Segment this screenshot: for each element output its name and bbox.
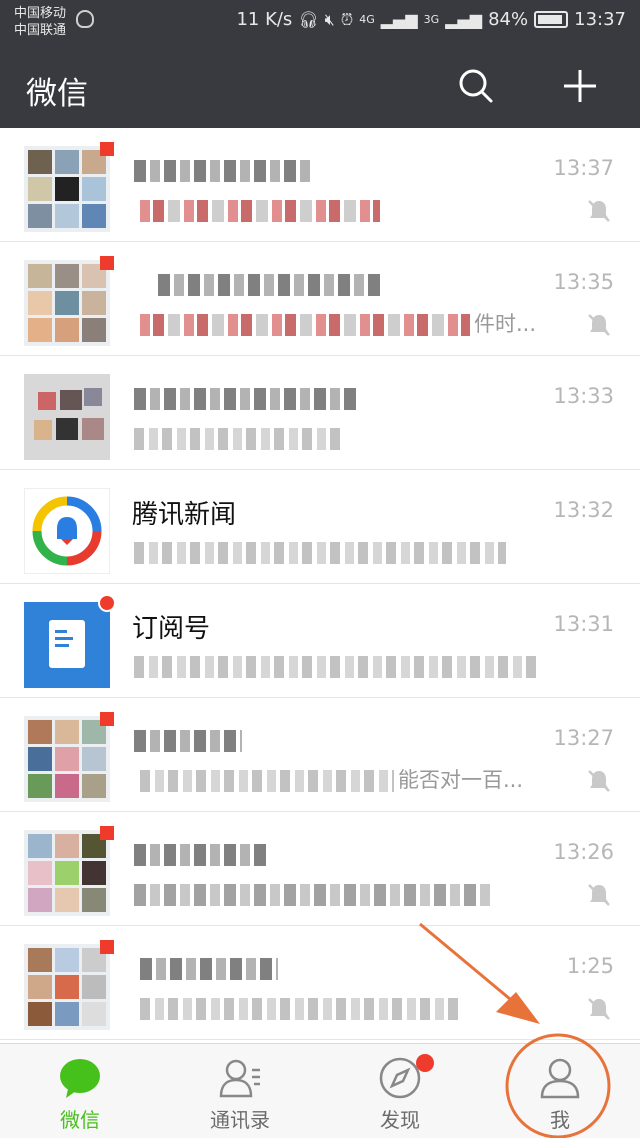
- carrier-1: 中国移动: [14, 6, 67, 21]
- chat-bubble-icon: [60, 1059, 100, 1098]
- cat-icon: [76, 10, 94, 28]
- person-icon: [540, 1058, 580, 1099]
- chat-preview-redacted: [140, 314, 470, 336]
- signal-bars-icon: ▂▄▆: [380, 10, 418, 29]
- chat-time: 13:27: [553, 726, 614, 750]
- group-avatar: [24, 944, 110, 1030]
- chat-list[interactable]: 13:37 件时... 13:35 13:33 腾讯新闻 13:32 订阅号 1…: [0, 128, 640, 1043]
- chat-preview-redacted: [134, 542, 506, 564]
- group-avatar: [24, 146, 110, 232]
- tab-contacts[interactable]: 通讯录: [160, 1044, 320, 1138]
- unread-badge: [100, 712, 114, 726]
- contacts-icon: [219, 1059, 260, 1098]
- mute-bell-icon: [588, 200, 610, 222]
- unread-badge: [100, 142, 114, 156]
- group-avatar: [24, 830, 110, 916]
- chat-time: 13:31: [553, 612, 614, 636]
- plus-icon: [564, 70, 596, 102]
- add-button[interactable]: [560, 66, 600, 106]
- chat-time: 13:37: [553, 156, 614, 180]
- chat-row[interactable]: 能否对一百... 13:27: [0, 698, 640, 812]
- chat-name-redacted: [134, 160, 312, 182]
- chat-name-redacted: [140, 958, 278, 980]
- headphone-icon: 🎧︎: [298, 10, 319, 29]
- tab-label: 微信: [60, 1108, 100, 1132]
- tab-label: 通讯录: [210, 1108, 270, 1132]
- mute-bell-icon: [588, 998, 610, 1020]
- clock: 13:37: [574, 9, 626, 30]
- unread-badge: [100, 940, 114, 954]
- chat-row[interactable]: 13:37: [0, 128, 640, 242]
- signal-4g-icon: 4G: [359, 13, 375, 26]
- chat-row[interactable]: 1:25: [0, 926, 640, 1040]
- page-title: 微信: [26, 76, 88, 112]
- group-avatar: [24, 716, 110, 802]
- search-button[interactable]: [456, 66, 496, 106]
- chat-preview-redacted: [140, 200, 380, 222]
- group-avatar: [24, 374, 110, 460]
- chat-name: 腾讯新闻: [132, 500, 237, 530]
- chat-row[interactable]: 腾讯新闻 13:32: [0, 470, 640, 584]
- network-speed: 11 K/s: [236, 9, 293, 30]
- tab-discover[interactable]: 发现: [320, 1044, 480, 1138]
- unread-badge: [100, 256, 114, 270]
- search-icon: [459, 69, 493, 103]
- subscriptions-avatar: [24, 602, 110, 688]
- status-indicators: 11 K/s 🎧︎ 🔇︎ ⏰︎ 4G ▂▄▆ 3G ▂▄▆ 84% 13:37: [236, 9, 626, 30]
- unread-badge: [100, 826, 114, 840]
- chat-name-redacted: [134, 388, 356, 410]
- chat-row[interactable]: 13:33: [0, 356, 640, 470]
- chat-time: 1:25: [566, 954, 614, 978]
- chat-row[interactable]: 13:26: [0, 812, 640, 926]
- notification-dot: [416, 1054, 434, 1072]
- alarm-icon: ⏰︎: [340, 9, 354, 29]
- tencent-news-avatar: [24, 488, 110, 574]
- chat-preview-redacted: [134, 884, 494, 906]
- signal-3g-icon: 3G: [423, 13, 440, 26]
- mute-bell-icon: [588, 314, 610, 336]
- chat-name: 订阅号: [132, 614, 211, 644]
- group-avatar: [24, 260, 110, 346]
- carrier-2: 中国联通: [14, 23, 67, 38]
- chat-preview-redacted: [140, 998, 460, 1020]
- chat-time: 13:26: [553, 840, 614, 864]
- chat-preview: 能否对一百...: [398, 768, 524, 792]
- bottom-tab-bar: 微信 通讯录 发现 我: [0, 1043, 640, 1138]
- mute-bell-icon: [588, 884, 610, 906]
- chat-preview: 件时...: [474, 312, 537, 336]
- chat-name-redacted: [134, 844, 270, 866]
- app-header: 微信: [0, 44, 640, 128]
- chat-name-redacted: [158, 274, 384, 296]
- chat-preview-redacted: [134, 428, 340, 450]
- mute-bell-icon: [588, 770, 610, 792]
- signal-bars-icon-2: ▂▄▆: [445, 10, 483, 29]
- chat-name-redacted: [134, 730, 242, 752]
- tab-label: 发现: [380, 1108, 420, 1132]
- tab-me[interactable]: 我: [480, 1044, 640, 1138]
- tab-chats[interactable]: 微信: [0, 1044, 160, 1138]
- tab-label: 我: [550, 1108, 570, 1132]
- tencent-news-logo-icon: [32, 496, 102, 566]
- status-bar: 中国移动 中国联通 11 K/s 🎧︎ 🔇︎ ⏰︎ 4G ▂▄▆ 3G ▂▄▆ …: [0, 0, 640, 44]
- chat-time: 13:35: [553, 270, 614, 294]
- chat-row[interactable]: 订阅号 13:31: [0, 584, 640, 698]
- chat-time: 13:33: [553, 384, 614, 408]
- mute-icon: 🔇︎: [324, 9, 335, 29]
- battery-icon: [534, 11, 569, 28]
- chat-row[interactable]: 件时... 13:35: [0, 242, 640, 356]
- chat-preview-redacted: [134, 656, 536, 678]
- chat-preview-redacted: [140, 770, 394, 792]
- battery-percent: 84%: [488, 9, 529, 30]
- chat-time: 13:32: [553, 498, 614, 522]
- carrier-names: 中国移动 中国联通: [14, 5, 66, 39]
- unread-badge: [98, 594, 116, 612]
- document-icon: [49, 620, 85, 668]
